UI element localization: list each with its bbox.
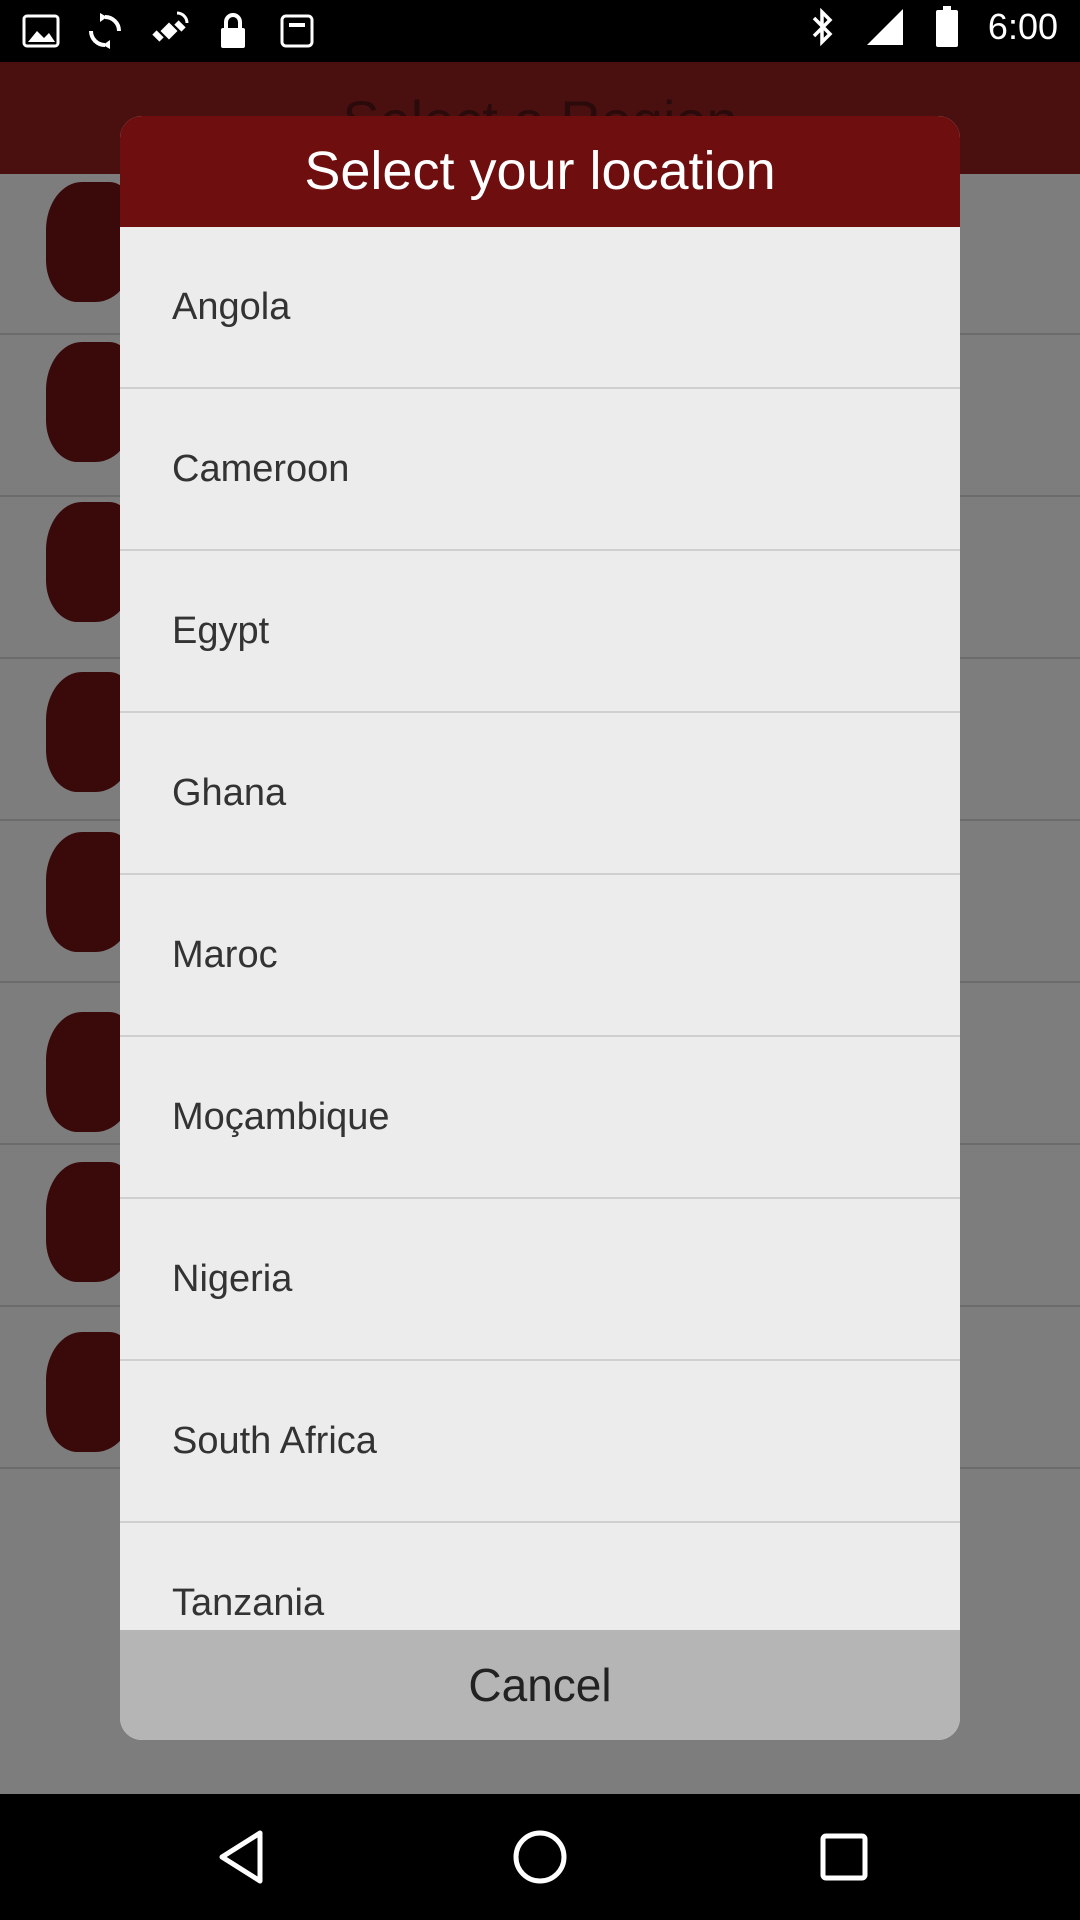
status-right-icons: 6:00 xyxy=(802,6,1058,48)
location-label: South Africa xyxy=(172,1419,377,1462)
home-icon[interactable] xyxy=(508,1825,572,1889)
battery-icon xyxy=(926,6,968,48)
location-label: Nigeria xyxy=(172,1257,293,1300)
cancel-label: Cancel xyxy=(468,1659,612,1711)
location-label: Angola xyxy=(172,285,291,328)
location-item-mocambique[interactable]: Moçambique xyxy=(120,1037,960,1199)
location-item-maroc[interactable]: Maroc xyxy=(120,875,960,1037)
location-item-south-africa[interactable]: South Africa xyxy=(120,1361,960,1523)
location-item-angola[interactable]: Angola xyxy=(120,227,960,389)
location-item-tanzania[interactable]: Tanzania xyxy=(120,1523,960,1630)
location-label: Moçambique xyxy=(172,1095,390,1138)
navigation-bar xyxy=(0,1794,1080,1920)
bluetooth-icon xyxy=(802,6,844,48)
location-label: Maroc xyxy=(172,933,278,976)
status-time: 6:00 xyxy=(987,6,1058,47)
location-dialog: Select your location Angola Cameroon Egy… xyxy=(120,116,960,1740)
location-item-cameroon[interactable]: Cameroon xyxy=(120,389,960,551)
notification-icon xyxy=(276,10,318,52)
location-item-ghana[interactable]: Ghana xyxy=(120,713,960,875)
location-label: Cameroon xyxy=(172,447,350,490)
lock-icon xyxy=(212,10,254,52)
cancel-button[interactable]: Cancel xyxy=(120,1630,960,1740)
location-label: Egypt xyxy=(172,609,270,652)
status-bar: 6:00 xyxy=(0,0,1080,62)
location-item-egypt[interactable]: Egypt xyxy=(120,551,960,713)
dialog-header: Select your location xyxy=(120,116,960,227)
sync-icon xyxy=(84,10,126,52)
status-left-icons xyxy=(20,10,318,52)
location-label: Ghana xyxy=(172,771,287,814)
signal-icon xyxy=(864,6,906,48)
location-list[interactable]: Angola Cameroon Egypt Ghana Maroc Moçamb… xyxy=(120,227,960,1630)
location-item-nigeria[interactable]: Nigeria xyxy=(120,1199,960,1361)
fake-gps-icon xyxy=(148,10,190,52)
recent-apps-icon[interactable] xyxy=(812,1825,876,1889)
image-icon xyxy=(20,10,62,52)
location-label: Tanzania xyxy=(172,1581,325,1624)
back-icon[interactable] xyxy=(209,1825,273,1889)
dialog-title: Select your location xyxy=(304,141,776,201)
